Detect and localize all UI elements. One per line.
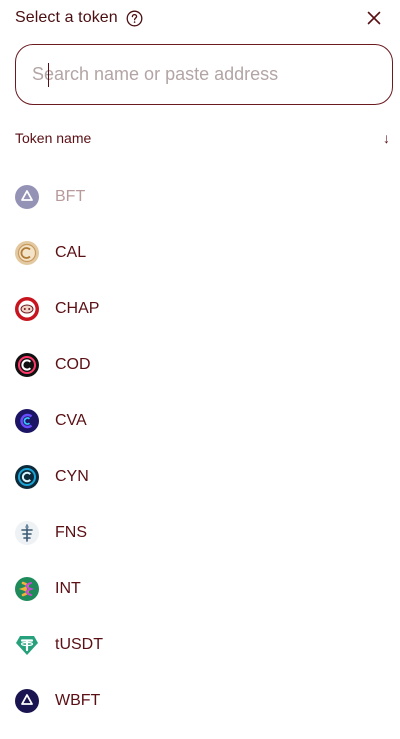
token-row-cal[interactable]: CAL — [0, 225, 400, 281]
token-row-cod[interactable]: COD — [0, 337, 400, 393]
token-symbol: FNS — [55, 524, 87, 541]
token-name-column-label: Token name — [15, 130, 92, 146]
search-input[interactable] — [32, 64, 392, 85]
bft-logo-icon — [15, 185, 39, 209]
token-row-cva[interactable]: CVA — [0, 393, 400, 449]
token-row-fns[interactable]: FNS — [0, 505, 400, 561]
token-symbol: WBFT — [55, 692, 101, 709]
modal-header: Select a token — [15, 6, 392, 30]
cva-logo-icon — [15, 409, 39, 433]
cal-logo-icon — [15, 241, 39, 265]
token-row-chap[interactable]: CHAP — [0, 281, 400, 337]
token-symbol: CVA — [55, 412, 87, 429]
token-row-wbft[interactable]: WBFT — [0, 673, 400, 729]
help-icon[interactable] — [126, 10, 143, 27]
modal-title: Select a token — [15, 9, 118, 26]
token-row-int[interactable]: INT — [0, 561, 400, 617]
token-symbol: CHAP — [55, 300, 100, 317]
wbft-logo-icon — [15, 689, 39, 713]
token-row-cyn[interactable]: CYN — [0, 449, 400, 505]
cyn-logo-icon — [15, 465, 39, 489]
fns-logo-icon — [15, 521, 39, 545]
search-box[interactable] — [15, 44, 393, 105]
token-selector-modal: Select a token Token name ↓ — [0, 0, 400, 739]
cod-logo-icon — [15, 353, 39, 377]
close-icon — [367, 11, 381, 25]
chap-logo-icon — [15, 297, 39, 321]
tusdt-logo-icon — [15, 633, 39, 657]
token-list: BFT CAL CHAP COD CVA CYN FNS INT tUSDT W… — [0, 169, 400, 729]
token-row-tusdt[interactable]: tUSDT — [0, 617, 400, 673]
token-symbol: tUSDT — [55, 636, 103, 653]
token-symbol: INT — [55, 580, 81, 597]
close-button[interactable] — [364, 8, 384, 28]
token-symbol: COD — [55, 356, 91, 373]
text-caret — [48, 63, 49, 87]
token-symbol: CYN — [55, 468, 89, 485]
token-symbol: BFT — [55, 188, 86, 205]
token-symbol: CAL — [55, 244, 87, 261]
int-logo-icon — [15, 577, 39, 601]
token-row-bft[interactable]: BFT — [0, 169, 400, 225]
sort-arrow-icon[interactable]: ↓ — [383, 130, 390, 146]
token-list-header: Token name ↓ — [15, 128, 390, 148]
